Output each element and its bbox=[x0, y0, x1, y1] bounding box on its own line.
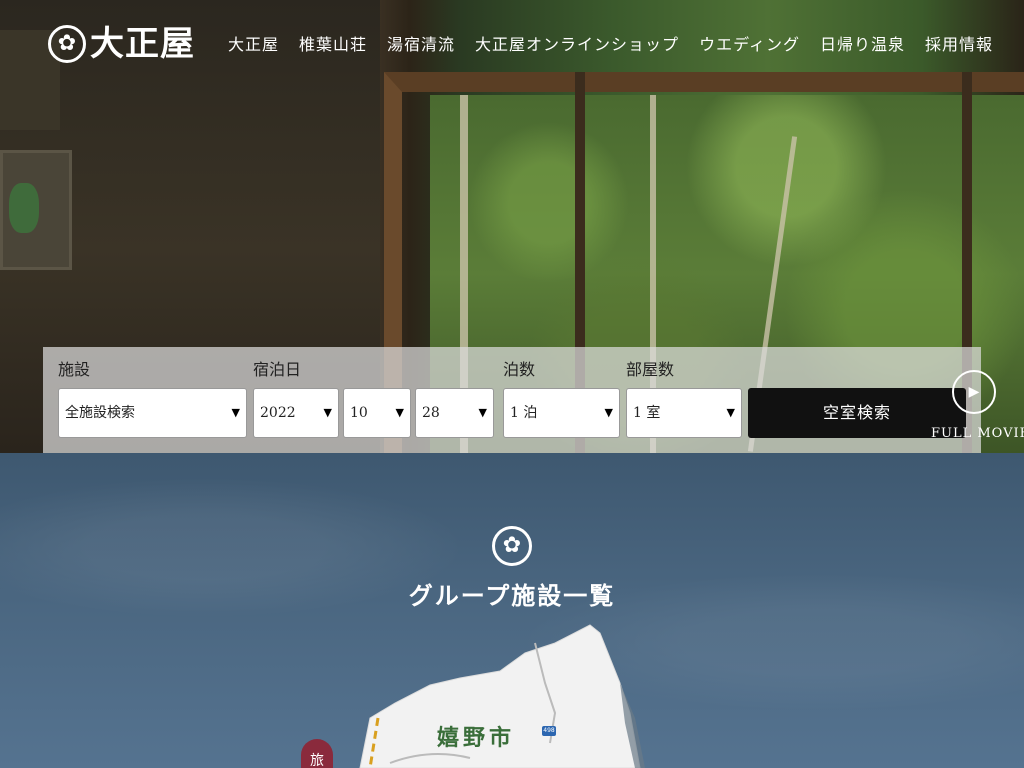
full-movie-label: FULL MOVIE bbox=[931, 426, 1024, 441]
nav-item-online-shop[interactable]: 大正屋オンラインショップ bbox=[465, 34, 689, 56]
chevron-down-icon: ▼ bbox=[604, 406, 613, 419]
site-header: 大正屋 大正屋 椎葉山荘 湯宿清流 大正屋オンラインショップ ウエディング 日帰… bbox=[0, 0, 1024, 90]
month-select-value: 10 bbox=[350, 405, 368, 421]
hero-wall-art bbox=[0, 150, 72, 270]
year-select-value: 2022 bbox=[260, 405, 296, 421]
map-facility-pin[interactable]: 旅 bbox=[301, 739, 333, 768]
group-facilities-section: グループ施設一覧 嬉野市 498 旅 bbox=[0, 453, 1024, 768]
main-nav: 大正屋 椎葉山荘 湯宿清流 大正屋オンラインショップ ウエディング 日帰り温泉 … bbox=[218, 34, 1003, 56]
chevron-down-icon: ▼ bbox=[395, 406, 404, 419]
day-select-value: 28 bbox=[422, 405, 440, 421]
chevron-down-icon: ▼ bbox=[478, 406, 487, 419]
year-select[interactable]: 2022 ▼ bbox=[253, 388, 339, 438]
rooms-label: 部屋数 bbox=[626, 360, 675, 379]
facility-label: 施設 bbox=[58, 360, 91, 379]
crest-icon bbox=[48, 25, 86, 63]
facility-select[interactable]: 全施設検索 ▼ bbox=[58, 388, 247, 438]
nav-item-wedding[interactable]: ウエディング bbox=[689, 34, 810, 56]
facility-select-value: 全施設検索 bbox=[65, 405, 135, 421]
nav-item-shiiba-sanso[interactable]: 椎葉山荘 bbox=[289, 34, 377, 56]
road-number-badge: 498 bbox=[542, 726, 556, 736]
play-icon: ▶ bbox=[952, 370, 996, 414]
map-city-label: 嬉野市 bbox=[437, 725, 516, 751]
rooms-select[interactable]: 1 室 ▼ bbox=[626, 388, 742, 438]
nav-item-day-spa[interactable]: 日帰り温泉 bbox=[810, 34, 915, 56]
logo-text: 大正屋 bbox=[90, 24, 195, 64]
chevron-down-icon: ▼ bbox=[231, 406, 240, 419]
crest-icon bbox=[492, 526, 532, 566]
vacancy-search-bar: 施設 全施設検索 ▼ 宿泊日 2022 ▼ 10 ▼ 28 ▼ 泊数 1 泊 ▼… bbox=[43, 347, 981, 453]
day-select[interactable]: 28 ▼ bbox=[415, 388, 494, 438]
month-select[interactable]: 10 ▼ bbox=[343, 388, 411, 438]
site-logo[interactable]: 大正屋 bbox=[48, 25, 195, 63]
nav-item-yuyado-seiryu[interactable]: 湯宿清流 bbox=[377, 34, 465, 56]
full-movie-button[interactable]: ▶ FULL MOVIE bbox=[924, 352, 1024, 453]
date-label: 宿泊日 bbox=[253, 360, 302, 379]
nights-select-value: 1 泊 bbox=[510, 405, 538, 421]
chevron-down-icon: ▼ bbox=[726, 406, 735, 419]
chevron-down-icon: ▼ bbox=[323, 406, 332, 419]
section-title: グループ施設一覧 bbox=[408, 581, 616, 610]
rooms-select-value: 1 室 bbox=[633, 405, 661, 421]
nights-label: 泊数 bbox=[503, 360, 536, 379]
nav-item-recruit[interactable]: 採用情報 bbox=[915, 34, 1003, 56]
nav-item-taishoya[interactable]: 大正屋 bbox=[218, 34, 289, 56]
nights-select[interactable]: 1 泊 ▼ bbox=[503, 388, 620, 438]
